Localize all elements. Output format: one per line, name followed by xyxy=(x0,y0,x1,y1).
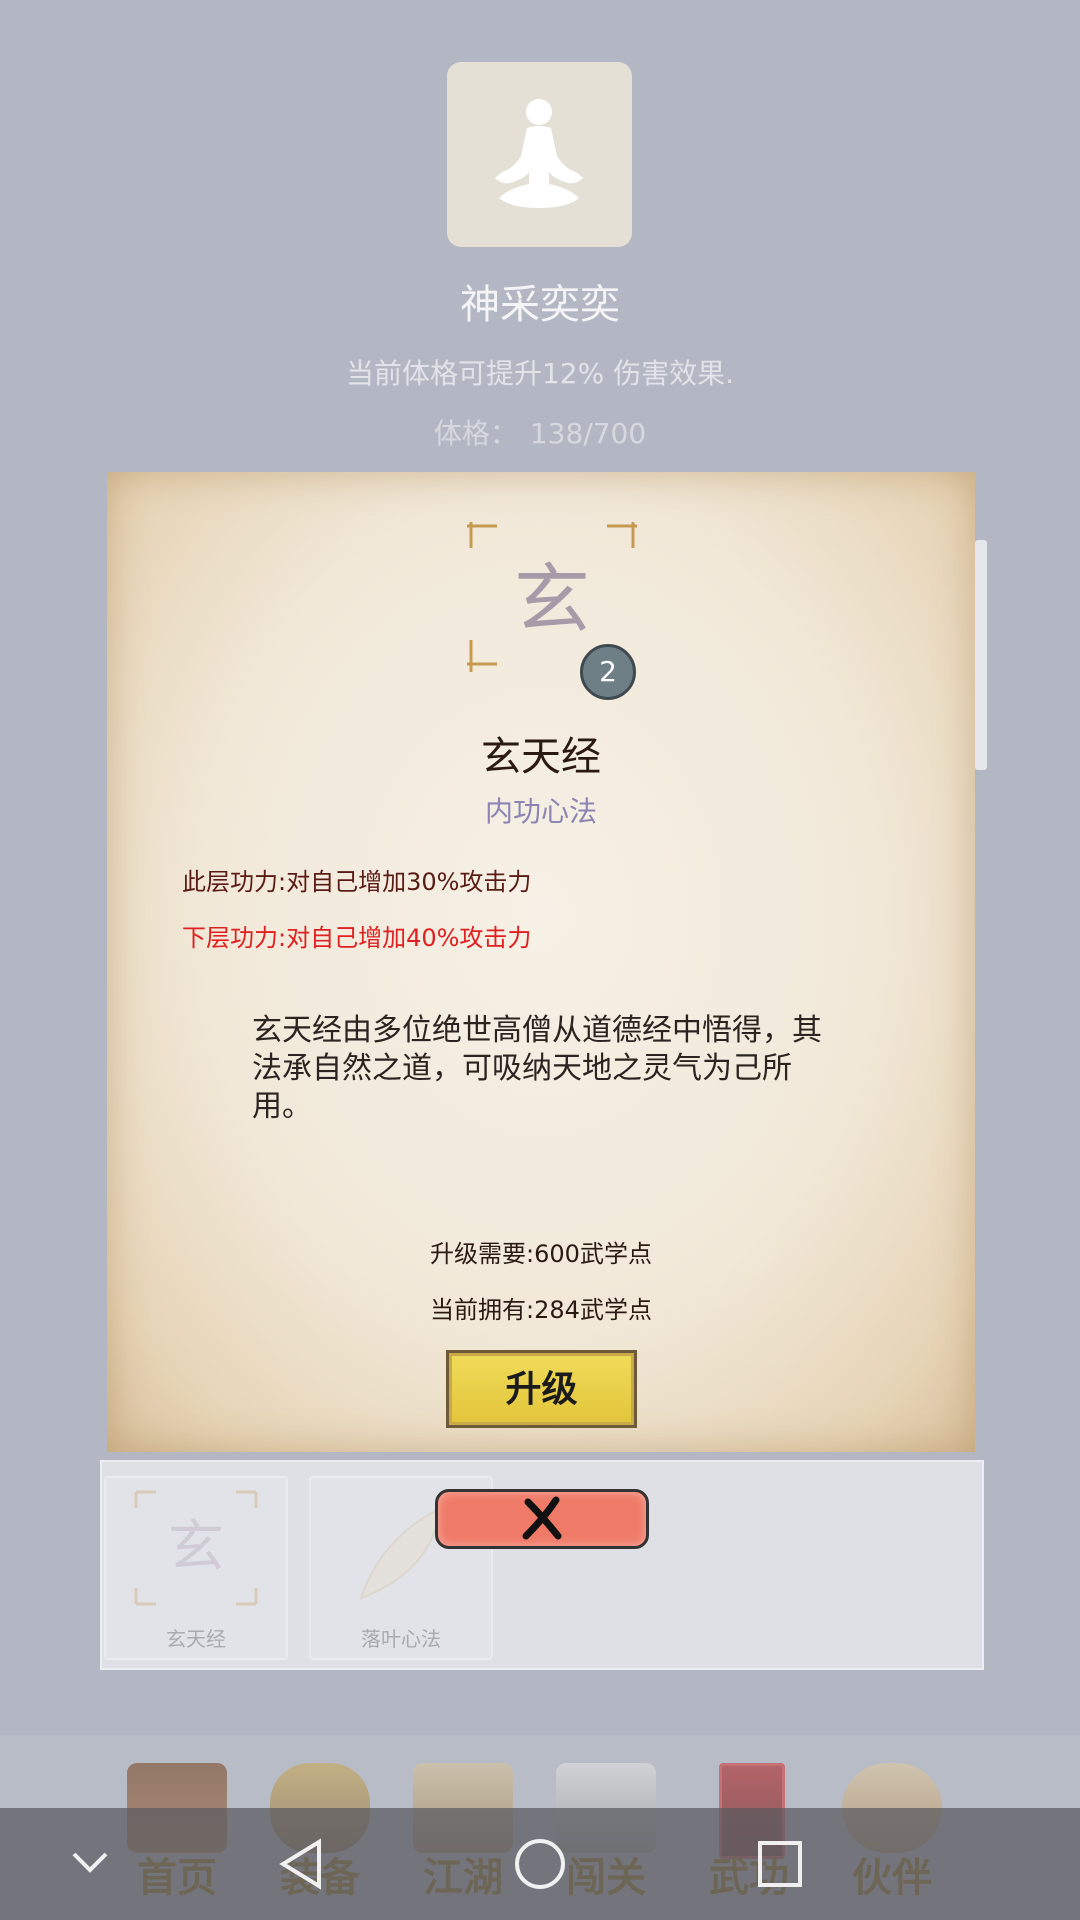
stat-value: 138/700 xyxy=(529,417,647,450)
home-circle-icon[interactable] xyxy=(512,1836,568,1892)
effect-description: 当前体格可提升12% 伤害效果. xyxy=(345,357,735,390)
skill-type: 内功心法 xyxy=(484,795,597,828)
skill-lore: 玄天经由多位绝世高僧从道德经中悟得，其法承自然之道，可吸纳天地之灵气为己所用。 xyxy=(252,1013,822,1124)
skill-card[interactable]: 玄 玄天经 xyxy=(104,1476,288,1660)
avatar xyxy=(447,62,632,247)
svg-text:玄: 玄 xyxy=(514,555,590,644)
close-button[interactable] xyxy=(435,1489,649,1549)
meditation-figure-icon xyxy=(495,99,583,208)
svg-text:玄: 玄 xyxy=(168,1515,224,1580)
upgrade-cost: 升级需要:600武学点 xyxy=(430,1240,652,1268)
current-level-effect: 此层功力:对自己增加30%攻击力 xyxy=(182,868,532,896)
chevron-down-icon[interactable] xyxy=(70,1848,110,1878)
physique-stat: 体格： 138/700 xyxy=(0,412,1080,452)
page-title: 神采奕奕 xyxy=(460,282,620,328)
level-badge: 2 xyxy=(580,644,636,700)
upgrade-button[interactable]: 升级 xyxy=(446,1350,637,1428)
current-points: 当前拥有:284武学点 xyxy=(430,1296,652,1324)
scroll-tab xyxy=(975,540,987,770)
next-level-effect: 下层功力:对自己增加40%攻击力 xyxy=(182,924,532,952)
skill-name: 玄天经 xyxy=(481,734,601,780)
recent-square-icon[interactable] xyxy=(755,1836,805,1892)
system-nav-bar xyxy=(0,1808,1080,1920)
skill-card-label: 玄天经 xyxy=(166,1627,226,1651)
skill-card-label: 落叶心法 xyxy=(361,1627,441,1651)
skill-detail-scroll: 玄 2 玄天经 内功心法 此层功力:对自己增加30%攻击力 下层功力:对自己增加… xyxy=(107,472,975,1452)
close-x-icon xyxy=(522,1496,562,1540)
xuan-glyph-icon: 玄 xyxy=(134,1490,258,1606)
stat-label: 体格： xyxy=(433,417,518,450)
back-triangle-icon[interactable] xyxy=(275,1836,325,1892)
